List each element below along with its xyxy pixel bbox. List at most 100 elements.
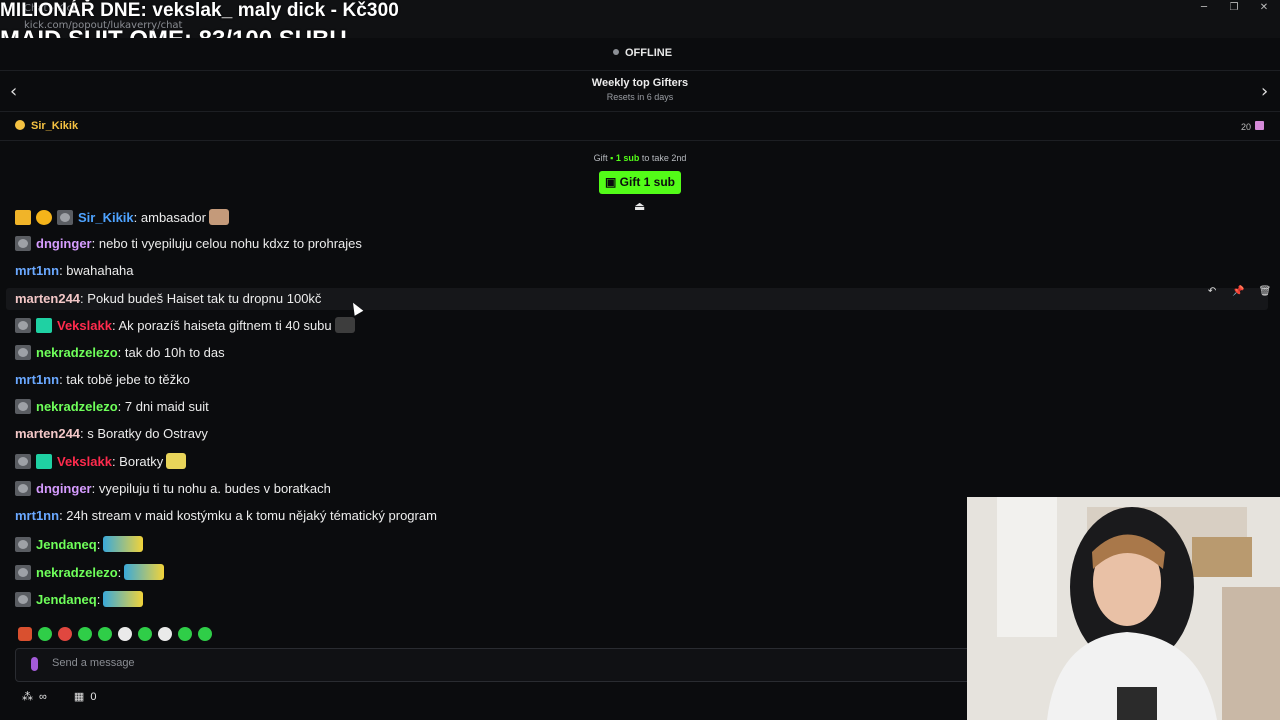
emote-icon [166,453,187,469]
status-label: OFFLINE [625,47,673,59]
chat-username[interactable]: Jendaneq [36,592,97,607]
gift-prompt-amount: ▪ 1 sub [610,153,640,163]
emote-icon[interactable] [58,627,72,641]
chat-username[interactable]: dnginger [36,481,92,496]
coin-badge-icon [36,210,52,225]
close-button[interactable]: ✕ [1254,2,1274,16]
emote-icon [334,317,355,333]
top-gifter-name[interactable]: Sir_Kikik [15,120,78,132]
emote-icon[interactable] [78,627,92,641]
chat-username[interactable]: nekradzelezo [36,565,118,580]
avatar-badge-icon [15,481,31,496]
chat-text: : bwahahaha [59,263,134,278]
chat-username[interactable]: dnginger [36,236,92,251]
chat-message[interactable]: nekradzelezo: 7 dni maid suit [15,399,209,414]
chat-username[interactable]: Sir_Kikik [78,210,134,225]
streamer-webcam-image [967,497,1280,720]
chat-text: : tak tobě jebe to těžko [59,372,190,387]
emote-icon[interactable] [158,627,172,641]
chat-text: : [117,565,122,580]
avatar-badge-icon [15,565,31,580]
gift-prompt-suffix: to take 2nd [641,153,687,163]
minimize-button[interactable]: ─ [1194,2,1214,16]
maximize-button[interactable]: ❐ [1224,2,1244,16]
status-dot-icon [613,49,619,55]
chat-message[interactable]: Jendaneq: [15,536,144,552]
gift-badge-icon [36,318,52,333]
offline-status: OFFLINE [613,47,672,59]
chat-username[interactable]: nekradzelezo [36,345,118,360]
delete-icon[interactable]: 🗑 [1258,286,1272,300]
top-gifter-count: 20 [1241,121,1264,132]
points-value: ∞ [39,691,47,703]
chat-username[interactable]: nekradzelezo [36,399,118,414]
chat-text: : tak do 10h to das [117,345,225,360]
emote-icon [208,209,229,225]
chat-username[interactable]: mrt1nn [15,263,59,278]
crown-badge-icon [15,210,31,225]
chat-text: : vyepiluju ti tu nohu a. budes v boratk… [91,481,331,496]
chat-username[interactable]: Jendaneq [36,537,97,552]
emote-icon[interactable] [138,627,152,641]
gift-prompt-prefix: Gift [593,153,608,163]
chat-message[interactable]: dnginger: vyepiluju ti tu nohu a. budes … [15,481,331,496]
chat-message[interactable]: marten244: Pokud budeš Haiset tak tu dro… [6,288,1268,310]
avatar-badge-icon [15,537,31,552]
chat-message[interactable]: Vekslakk: Ak porazíš haiseta giftnem ti … [15,317,355,333]
emote-icon[interactable] [98,627,112,641]
emote-icon[interactable] [118,627,132,641]
overlay-millionaire-text: MILIONÁŘ DNE: vekslak_ maly dick - Kč300 [0,0,399,21]
microphone-icon[interactable] [31,657,38,671]
emote-icon [124,564,165,580]
chat-message[interactable]: dnginger: nebo ti vyepiluju celou nohu k… [15,236,362,251]
chat-footer: ⁂ ∞ ▦ 0 [22,690,102,703]
gift-prompt: Gift ▪ 1 sub to take 2nd [0,153,1280,163]
chat-username[interactable]: mrt1nn [15,508,59,523]
emote-icon[interactable] [18,627,32,641]
message-placeholder: Send a message [52,657,135,669]
store-icon[interactable]: ▦ [74,691,84,703]
message-actions: ↶ 📌 🗑 [1197,281,1272,300]
chat-message[interactable]: marten244: s Boratky do Ostravy [15,426,208,441]
avatar-badge-icon [15,318,31,333]
chat-username[interactable]: marten244 [15,291,80,306]
chat-message[interactable]: Sir_Kikik: ambasador [15,209,229,225]
chat-message[interactable]: Jendaneq: [15,591,144,607]
stream-status-bar: OFFLINE [0,38,1280,71]
avatar-badge-icon [57,210,73,225]
gift-button-label: Gift 1 sub [619,175,675,189]
pin-icon[interactable]: 📌 [1232,286,1246,300]
gift-amount-label: 1 sub [615,153,640,163]
chat-text: : [96,537,101,552]
top-gifter-label: Sir_Kikik [31,120,79,132]
store-count: 0 [90,691,97,703]
top-gifter-row: Sir_Kikik 20 [0,112,1280,141]
weekly-gifters-panel: ‹ Weekly top Gifters Resets in 6 days › [0,71,1280,112]
chat-message[interactable]: mrt1nn: 24h stream v maid kostýmku a k t… [15,508,437,523]
chat-message[interactable]: mrt1nn: bwahahaha [15,263,134,278]
reply-icon[interactable]: ↶ [1205,286,1219,300]
chat-username[interactable]: Vekslakk [57,318,112,333]
points-icon[interactable]: ⁂ [22,691,33,703]
message-input[interactable]: Send a message [15,648,977,682]
gift-sub-button[interactable]: ▣ Gift 1 sub [599,171,681,194]
chat-message[interactable]: Vekslakk: Boratky [15,453,187,469]
webcam-overlay [967,497,1280,720]
emote-icon[interactable] [178,627,192,641]
avatar-badge-icon [15,592,31,607]
emote-icon[interactable] [38,627,52,641]
gift-count: 20 [1240,122,1251,132]
chat-text: : s Boratky do Ostravy [80,426,208,441]
emote-icon[interactable] [198,627,212,641]
avatar-badge-icon [15,236,31,251]
chat-username[interactable]: Vekslakk [57,454,112,469]
chat-message[interactable]: nekradzelezo: tak do 10h to das [15,345,225,360]
chat-message[interactable]: mrt1nn: tak tobě jebe to těžko [15,372,190,387]
chat-username[interactable]: marten244 [15,426,80,441]
chat-message[interactable]: nekradzelezo: [15,564,165,580]
chat-text: : Pokud budeš Haiset tak tu dropnu 100kč [80,291,322,306]
gifters-title: Weekly top Gifters [591,77,689,89]
emote-icon [103,536,144,552]
chat-username[interactable]: mrt1nn [15,372,59,387]
next-arrow-icon[interactable]: › [1261,81,1268,102]
